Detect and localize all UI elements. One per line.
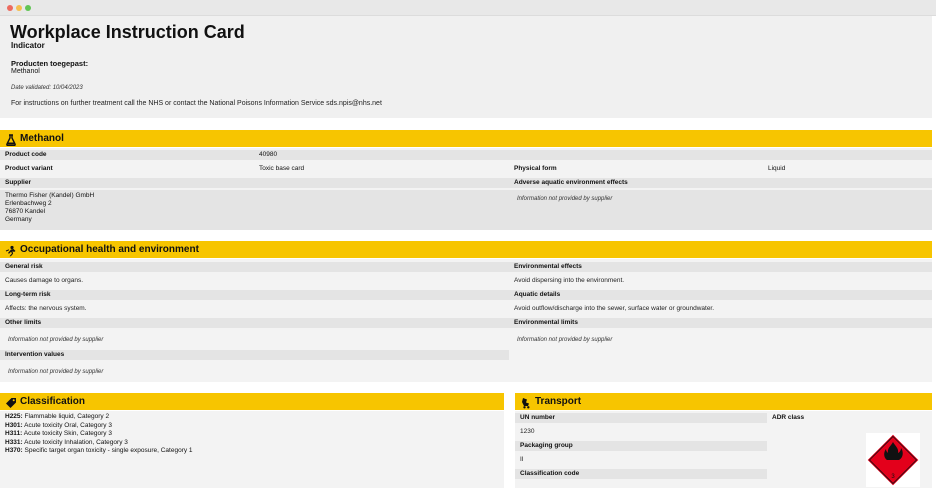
methanol-section-title: Methanol xyxy=(20,133,64,144)
general-risk-value: Causes damage to organs. xyxy=(5,277,84,284)
flammable-diamond-icon: 3 xyxy=(866,433,920,487)
applied-label: Producten toegepast: xyxy=(11,59,89,68)
general-risk-label: General risk xyxy=(0,262,509,272)
worker-icon xyxy=(5,244,17,256)
un-number-label: UN number xyxy=(515,413,767,423)
aquatic-details-label: Aquatic details xyxy=(509,290,932,300)
hazard-text: Acute toxicity Inhalation, Category 3 xyxy=(22,438,128,446)
product-variant-row: Product variant xyxy=(0,164,932,174)
methanol-section-header: Methanol xyxy=(0,130,932,147)
occupational-section-title: Occupational health and environment xyxy=(20,244,199,255)
supplier-line: Germany xyxy=(5,216,32,223)
environmental-limits-value: Information not provided by supplier xyxy=(517,337,613,343)
hazard-text: Specific target organ toxicity - single … xyxy=(22,447,193,454)
supplier-address: Thermo Fisher (Kandel) GmbH Erlenbachweg… xyxy=(0,192,94,224)
hazard-code: H370: xyxy=(5,447,23,454)
classification-code-label: Classification code xyxy=(515,469,767,479)
transport-section-title: Transport xyxy=(535,396,582,407)
transport-section-header: Transport xyxy=(515,393,932,410)
product-variant-value: Toxic base card xyxy=(259,165,305,172)
hazard-code: H225: xyxy=(5,413,23,420)
un-number-value: 1230 xyxy=(520,428,535,435)
long-term-risk-label: Long-term risk xyxy=(0,290,509,300)
product-code-value: 40980 xyxy=(259,151,278,158)
list-item: H331: Acute toxicity Inhalation, Categor… xyxy=(5,439,193,448)
environmental-effects-label: Environmental effects xyxy=(509,262,932,272)
instructions-note: For instructions on further treatment ca… xyxy=(11,100,382,107)
hazard-text: Flammable liquid, Category 2 xyxy=(22,413,110,420)
hazard-text: Acute toxicity Oral, Category 3 xyxy=(22,421,112,429)
classification-section-header: Classification xyxy=(0,393,504,410)
supplier-line: Erlenbachweg 2 xyxy=(5,200,52,207)
applied-value: Methanol xyxy=(11,68,40,75)
classification-section-title: Classification xyxy=(20,396,86,407)
classification-list: H225: Flammable liquid, Category 2 H301:… xyxy=(5,413,193,456)
list-item: H301: Acute toxicity Oral, Category 3 xyxy=(5,422,193,431)
packaging-group-value: II xyxy=(520,456,524,463)
maximize-window-button[interactable] xyxy=(25,5,31,11)
list-item: H225: Flammable liquid, Category 2 xyxy=(5,413,193,422)
product-variant-label: Product variant xyxy=(5,165,53,172)
adr-class-label: ADR class xyxy=(772,414,805,421)
list-item: H311: Acute toxicity Skin, Category 3 xyxy=(5,430,193,439)
product-code-label: Product code xyxy=(5,151,47,158)
hazard-text: Acute toxicity Skin, Category 3 xyxy=(22,430,112,437)
intervention-values-label: Intervention values xyxy=(0,350,509,360)
intervention-values-value: Information not provided by supplier xyxy=(8,369,104,375)
page-title: Workplace Instruction Card xyxy=(10,22,245,42)
occupational-section-header: Occupational health and environment xyxy=(0,241,932,258)
supplier-line: Thermo Fisher (Kandel) GmbH xyxy=(5,192,95,199)
physical-form-label: Physical form xyxy=(514,165,557,172)
adverse-effects-value: Information not provided by supplier xyxy=(517,196,613,202)
other-limits-value: Information not provided by supplier xyxy=(8,337,104,343)
list-item: H370: Specific target organ toxicity - s… xyxy=(5,447,193,456)
product-code-row: Product code xyxy=(0,150,932,160)
environmental-effects-value: Avoid dispersing into the environment. xyxy=(514,277,625,284)
truck-icon xyxy=(520,396,532,408)
supplier-row: Supplier xyxy=(0,178,932,188)
page-subtitle: Indicator xyxy=(11,41,45,50)
aquatic-details-value: Avoid outflow/discharge into the sewer, … xyxy=(514,305,715,312)
hazard-code: H301: xyxy=(5,421,23,429)
window-titlebar xyxy=(0,0,936,16)
date-validated: Date validated: 10/04/2023 xyxy=(11,85,83,91)
packaging-group-label: Packaging group xyxy=(515,441,767,451)
environmental-limits-label: Environmental limits xyxy=(509,318,932,328)
adverse-effects-label: Adverse aquatic environment effects xyxy=(514,179,628,186)
card-header: Workplace Instruction Card Indicator Pro… xyxy=(0,16,932,118)
long-term-risk-value: Affects: the nervous system. xyxy=(5,305,87,312)
minimize-window-button[interactable] xyxy=(16,5,22,11)
physical-form-value: Liquid xyxy=(768,165,786,172)
hazard-code: H311: xyxy=(5,430,23,437)
supplier-line: 76870 Kandel xyxy=(5,208,46,215)
supplier-label: Supplier xyxy=(5,179,32,186)
flask-icon xyxy=(5,133,17,146)
tag-icon xyxy=(5,396,17,408)
hazard-code: H331: xyxy=(5,438,23,446)
other-limits-label: Other limits xyxy=(0,318,509,328)
close-window-button[interactable] xyxy=(7,5,13,11)
